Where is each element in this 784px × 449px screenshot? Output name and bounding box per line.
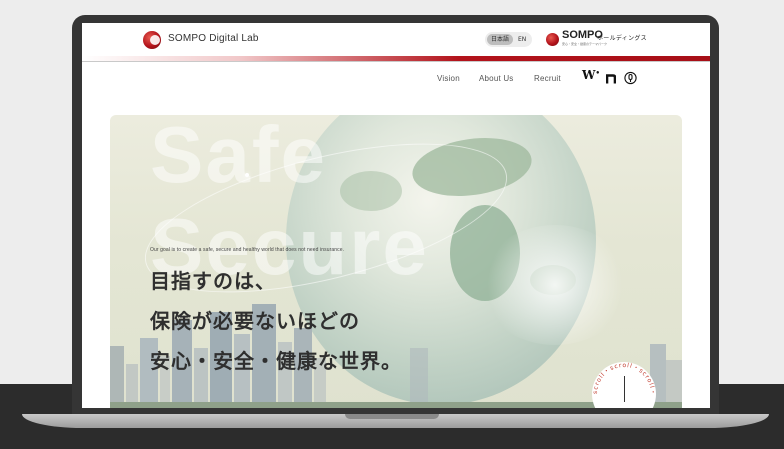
orbit-spark [245, 173, 249, 177]
laptop-notch [345, 414, 439, 419]
wantedly-icon[interactable]: W• [582, 68, 600, 82]
lang-ja-option[interactable]: 日本語 [487, 34, 513, 45]
laptop-screen: SOMPO Digital Lab 日本語 EN SOMPO ホールディングス … [82, 23, 710, 408]
hero-catchcopy-line-1: 目指すのは、 [150, 269, 276, 293]
holdings-tagline: 安心・安全・健康のテーマパーク [562, 42, 608, 46]
nav-vision[interactable]: Vision [437, 74, 460, 83]
hero-catchcopy-line-3: 安心・安全・健康な世界。 [150, 349, 402, 373]
holdings-logo-kana[interactable]: ホールディングス [597, 33, 647, 42]
sompo-logo-icon[interactable] [143, 31, 161, 49]
skyline-building [110, 346, 124, 408]
hero-section: Safe Secure Our goal is to create a safe… [110, 115, 682, 408]
nav-recruit[interactable]: Recruit [534, 74, 561, 83]
nav-about-us[interactable]: About Us [479, 74, 514, 83]
language-switch[interactable]: 日本語 EN [485, 32, 532, 47]
skyline-building [410, 348, 428, 408]
lang-en-option[interactable]: EN [518, 34, 526, 45]
note-icon[interactable] [606, 72, 616, 86]
header-divider [82, 61, 710, 62]
site-header: SOMPO Digital Lab 日本語 EN SOMPO ホールディングス … [82, 23, 710, 62]
skyline-building [666, 360, 682, 408]
holdings-logo-icon[interactable] [546, 33, 559, 46]
site-logo-text[interactable]: SOMPO Digital Lab [168, 33, 259, 44]
instagram-icon[interactable] [624, 71, 637, 85]
goal-text: Our goal is to create a safe, secure and… [150, 247, 345, 253]
hero-catchcopy-line-2: 保険が必要ないほどの [150, 309, 360, 333]
scroll-line-icon [624, 376, 625, 402]
scroll-indicator[interactable]: scroll・scroll・scroll・ [592, 362, 656, 408]
